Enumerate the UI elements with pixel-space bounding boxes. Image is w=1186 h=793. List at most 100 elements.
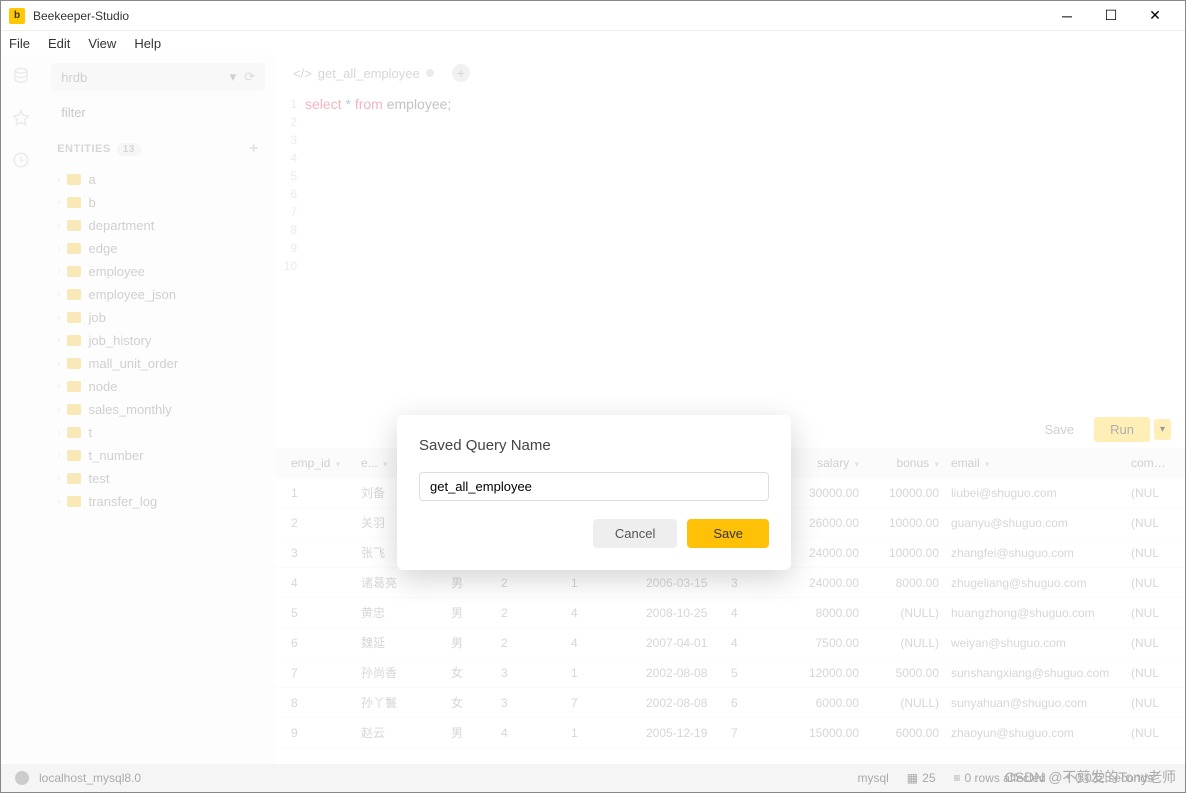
sidebar: hrdb ▾ ⟳ ENTITIES 13 + ›a›b›department›e… <box>41 55 275 764</box>
table-cell: (NUL <box>1125 666 1175 680</box>
table-row[interactable]: 7孙尚香女312002-08-08512000.005000.00sunshan… <box>275 658 1185 688</box>
entity-item[interactable]: ›node <box>51 375 265 398</box>
entity-item[interactable]: ›t_number <box>51 444 265 467</box>
table-cell: 2006-03-15 <box>640 576 725 590</box>
maximize-button[interactable]: ☐ <box>1089 2 1133 30</box>
close-button[interactable]: ✕ <box>1133 2 1177 30</box>
save-button[interactable]: Save <box>687 519 769 548</box>
table-cell: 5000.00 <box>865 666 945 680</box>
table-row[interactable]: 6魏延男242007-04-0147500.00(NULL)weiyan@shu… <box>275 628 1185 658</box>
connection-name[interactable]: localhost_mysql8.0 <box>39 771 141 785</box>
save-query-modal: Saved Query Name Cancel Save <box>397 415 791 570</box>
table-cell: 男 <box>445 604 495 621</box>
table-cell: (NUL <box>1125 486 1175 500</box>
titlebar: b Beekeeper-Studio ─ ☐ ✕ <box>1 1 1185 31</box>
entity-item[interactable]: ›employee_json <box>51 283 265 306</box>
table-cell: liubei@shuguo.com <box>945 486 1125 500</box>
table-cell: zhaoyun@shuguo.com <box>945 726 1125 740</box>
chevron-right-icon: › <box>57 266 60 277</box>
entity-name: t <box>89 425 93 440</box>
entity-item[interactable]: ›department <box>51 214 265 237</box>
table-cell: 男 <box>445 634 495 651</box>
table-row[interactable]: 5黄忠男242008-10-2548000.00(NULL)huangzhong… <box>275 598 1185 628</box>
connection-status-icon <box>15 771 29 785</box>
table-cell: 1 <box>565 576 640 590</box>
query-name-input[interactable] <box>419 472 769 501</box>
entity-name: job_history <box>89 333 152 348</box>
entity-item[interactable]: ›t <box>51 421 265 444</box>
unsaved-dot-icon <box>426 69 434 77</box>
database-icon[interactable] <box>12 67 30 91</box>
table-cell: 诸葛亮 <box>355 574 445 591</box>
entity-name: employee_json <box>89 287 176 302</box>
save-query-button[interactable]: Save <box>1032 417 1086 442</box>
chevron-right-icon: › <box>57 197 60 208</box>
entity-item[interactable]: ›a <box>51 168 265 191</box>
cancel-button[interactable]: Cancel <box>593 519 677 548</box>
filter-input[interactable] <box>51 99 265 126</box>
table-cell: 3 <box>495 666 565 680</box>
table-cell: sunshangxiang@shuguo.com <box>945 666 1125 680</box>
entity-item[interactable]: ›job <box>51 306 265 329</box>
entity-name: sales_monthly <box>89 402 172 417</box>
menu-help[interactable]: Help <box>134 36 161 51</box>
column-header[interactable]: bonus ▾ <box>865 456 945 470</box>
entity-item[interactable]: › job_history <box>51 329 265 352</box>
database-selector[interactable]: hrdb ▾ ⟳ <box>51 63 265 91</box>
sql-editor[interactable]: 12345678910 select * from employee; <box>275 91 1185 411</box>
modal-title: Saved Query Name <box>419 437 769 454</box>
table-row[interactable]: 4诸葛亮男212006-03-15324000.008000.00zhugeli… <box>275 568 1185 598</box>
entity-item[interactable]: ›mall_unit_order <box>51 352 265 375</box>
table-cell: 4 <box>495 726 565 740</box>
table-icon <box>67 427 81 438</box>
menu-edit[interactable]: Edit <box>48 36 70 51</box>
minimize-button[interactable]: ─ <box>1045 2 1089 30</box>
add-tab-button[interactable]: + <box>452 64 470 82</box>
refresh-icon[interactable]: ⟳ <box>244 69 255 85</box>
table-cell: sunyahuan@shuguo.com <box>945 696 1125 710</box>
table-cell: 7 <box>565 696 640 710</box>
table-icon <box>67 289 81 300</box>
table-cell: zhugeliang@shuguo.com <box>945 576 1125 590</box>
tab-label: get_all_employee <box>318 66 420 81</box>
run-query-button[interactable]: Run <box>1094 417 1150 442</box>
table-cell: 魏延 <box>355 634 445 651</box>
table-row[interactable]: 8孙丫鬟女372002-08-0866000.00(NULL)sunyahuan… <box>275 688 1185 718</box>
db-engine: mysql <box>857 771 888 785</box>
query-tab[interactable]: </> get_all_employee <box>285 62 442 85</box>
app-title: Beekeeper-Studio <box>33 9 1045 23</box>
star-icon[interactable] <box>12 109 30 133</box>
table-cell: (NUL <box>1125 726 1175 740</box>
table-cell: 2008-10-25 <box>640 606 725 620</box>
table-cell: (NULL) <box>865 606 945 620</box>
add-entity-button[interactable]: + <box>249 140 259 158</box>
entity-item[interactable]: ›b <box>51 191 265 214</box>
column-header[interactable]: comm... ▾ <box>1125 456 1175 470</box>
table-cell: 7500.00 <box>790 636 865 650</box>
table-cell: 2 <box>285 516 355 530</box>
table-icon <box>67 473 81 484</box>
column-header[interactable]: email ▾ <box>945 456 1125 470</box>
table-cell: 2005-12-19 <box>640 726 725 740</box>
table-cell: zhangfei@shuguo.com <box>945 546 1125 560</box>
column-header[interactable]: salary ▾ <box>790 456 865 470</box>
entity-item[interactable]: ›employee <box>51 260 265 283</box>
entity-item[interactable]: ›test <box>51 467 265 490</box>
table-icon <box>67 450 81 461</box>
menu-file[interactable]: File <box>9 36 30 51</box>
table-cell: 10000.00 <box>865 546 945 560</box>
entity-item[interactable]: ›edge <box>51 237 265 260</box>
table-cell: 10000.00 <box>865 516 945 530</box>
run-dropdown-button[interactable]: ▾ <box>1154 419 1171 440</box>
table-cell: 6000.00 <box>865 726 945 740</box>
table-cell: 9 <box>285 726 355 740</box>
entity-item[interactable]: ›transfer_log <box>51 490 265 513</box>
table-row[interactable]: 9赵云男412005-12-19715000.006000.00zhaoyun@… <box>275 718 1185 748</box>
menu-view[interactable]: View <box>88 36 116 51</box>
history-icon[interactable] <box>12 151 30 175</box>
table-cell: 15000.00 <box>790 726 865 740</box>
entity-item[interactable]: ›sales_monthly <box>51 398 265 421</box>
table-icon <box>67 243 81 254</box>
chevron-right-icon: › <box>57 335 60 346</box>
column-header[interactable]: emp_id ▾ <box>285 456 355 470</box>
